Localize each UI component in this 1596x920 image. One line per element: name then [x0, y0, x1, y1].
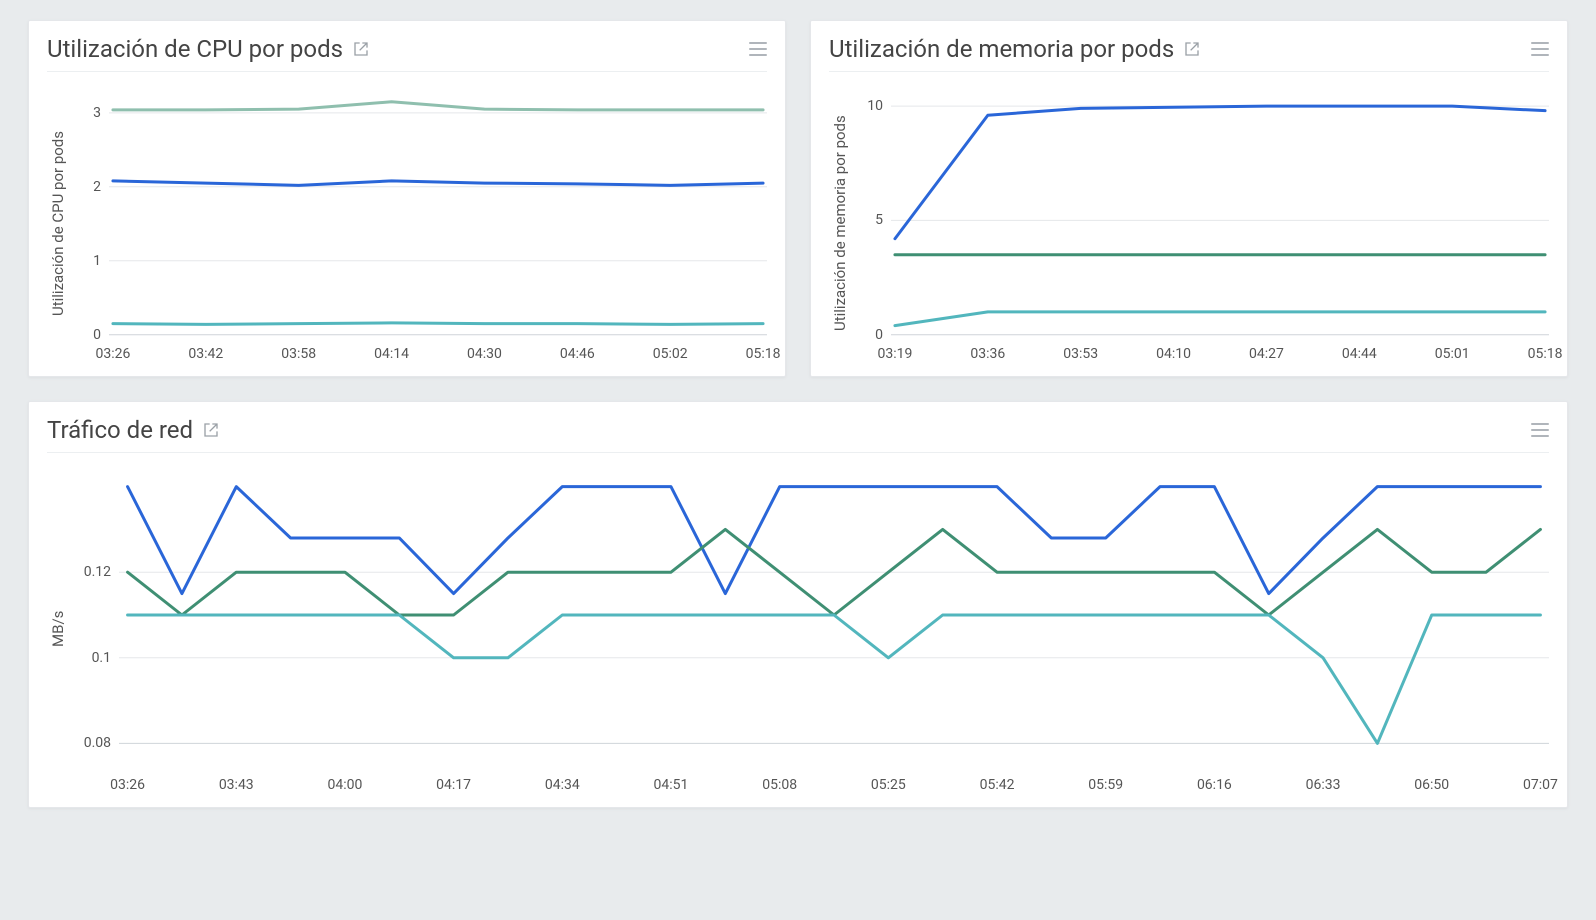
y-tick-label: 0.12 — [84, 564, 111, 580]
y-tick-label: 10 — [867, 98, 883, 114]
x-tick-label: 05:02 — [653, 346, 688, 362]
x-tick-label: 05:42 — [980, 777, 1015, 793]
chart-mem: Utilización de memoria por pods 0 5 10 03:1… — [829, 78, 1549, 368]
chart-cpu: Utilización de CPU por pods 0 1 2 3 03:26 03:… — [47, 78, 767, 368]
x-tick-label: 03:43 — [219, 777, 254, 793]
plot-area: 051003:1903:3603:5304:1004:2704:4405:010… — [891, 78, 1549, 368]
y-tick-label: 1 — [93, 253, 101, 269]
x-tick-label: 05:25 — [871, 777, 906, 793]
x-tick-label: 03:42 — [188, 346, 223, 362]
y-tick-label: 0.08 — [84, 735, 111, 751]
x-tick-label: 04:51 — [654, 777, 689, 793]
panel-net: Tráfico de red MB/s 0.08 0.1 0.12 03:26 03:4… — [28, 401, 1568, 808]
x-tick-label: 07:07 — [1523, 777, 1558, 793]
y-axis-label: Utilización de memoria por pods — [829, 78, 851, 368]
panel-title-wrap: Tráfico de red — [47, 416, 219, 444]
plot-area: 0.080.10.1203:2603:4304:0004:1704:3404:5… — [119, 459, 1549, 799]
panel-title-mem: Utilización de memoria por pods — [829, 35, 1174, 63]
x-tick-label: 05:59 — [1088, 777, 1123, 793]
x-tick-label: 06:50 — [1414, 777, 1449, 793]
x-tick-label: 04:17 — [436, 777, 471, 793]
x-tick-label: 03:53 — [1063, 346, 1098, 362]
x-tick-label: 03:58 — [281, 346, 316, 362]
x-tick-label: 04:10 — [1156, 346, 1191, 362]
chart-net: MB/s 0.08 0.1 0.12 03:26 03:43 04:00 04:17 04:3… — [47, 459, 1549, 799]
panel-menu-icon[interactable] — [749, 42, 767, 56]
y-tick-label: 0 — [875, 327, 883, 343]
panel-header: Utilización de CPU por pods — [47, 35, 767, 72]
y-tick-label: 2 — [93, 179, 101, 195]
panel-menu-icon[interactable] — [1531, 423, 1549, 437]
panel-header: Utilización de memoria por pods — [829, 35, 1549, 72]
external-link-icon[interactable] — [1184, 41, 1200, 57]
y-axis-label: Utilización de CPU por pods — [47, 78, 69, 368]
panel-cpu: Utilización de CPU por pods Utilización … — [28, 20, 786, 377]
x-tick-label: 04:14 — [374, 346, 409, 362]
panel-mem: Utilización de memoria por pods Utilizac… — [810, 20, 1568, 377]
panel-title-net: Tráfico de red — [47, 416, 193, 444]
x-tick-label: 06:16 — [1197, 777, 1232, 793]
x-tick-label: 04:46 — [560, 346, 595, 362]
x-tick-label: 03:19 — [878, 346, 913, 362]
panel-header: Tráfico de red — [47, 416, 1549, 453]
plot-area: 012303:2603:4203:5804:1404:3004:4605:020… — [109, 78, 767, 368]
external-link-icon[interactable] — [353, 41, 369, 57]
panel-title-cpu: Utilización de CPU por pods — [47, 35, 343, 63]
x-tick-label: 04:44 — [1342, 346, 1377, 362]
y-tick-label: 3 — [93, 105, 101, 121]
x-tick-label: 04:30 — [467, 346, 502, 362]
panel-menu-icon[interactable] — [1531, 42, 1549, 56]
x-tick-label: 05:08 — [762, 777, 797, 793]
x-tick-label: 05:18 — [1528, 346, 1563, 362]
x-tick-label: 05:01 — [1435, 346, 1470, 362]
panel-title-wrap: Utilización de CPU por pods — [47, 35, 369, 63]
panel-title-wrap: Utilización de memoria por pods — [829, 35, 1200, 63]
x-tick-label: 03:36 — [970, 346, 1005, 362]
y-tick-label: 0.1 — [92, 650, 111, 666]
x-tick-label: 06:33 — [1306, 777, 1341, 793]
x-tick-label: 03:26 — [96, 346, 131, 362]
x-tick-label: 04:27 — [1249, 346, 1284, 362]
x-tick-label: 03:26 — [110, 777, 145, 793]
x-tick-label: 05:18 — [746, 346, 781, 362]
x-tick-label: 04:34 — [545, 777, 580, 793]
x-tick-label: 04:00 — [328, 777, 363, 793]
external-link-icon[interactable] — [203, 422, 219, 438]
y-tick-label: 0 — [93, 327, 101, 343]
y-tick-label: 5 — [875, 212, 883, 228]
y-axis-label: MB/s — [47, 459, 69, 799]
